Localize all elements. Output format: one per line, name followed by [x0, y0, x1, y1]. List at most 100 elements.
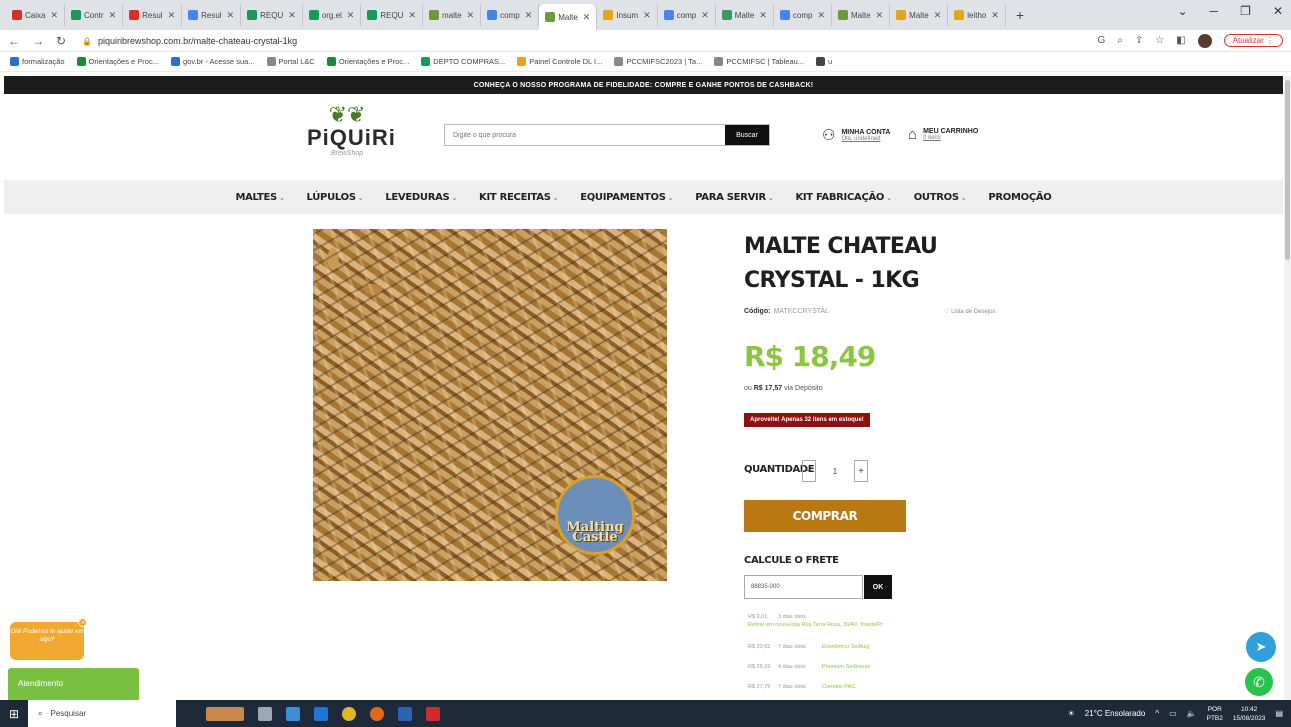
network-icon[interactable]: ▭: [1169, 709, 1177, 718]
bookmark-item[interactable]: DEPTO COMPRAS...: [421, 57, 505, 67]
bookmark-item[interactable]: u: [816, 57, 832, 67]
browser-tab[interactable]: Contr ✕: [65, 4, 124, 26]
browser-tab[interactable]: leitho ✕: [948, 4, 1006, 26]
tab-close-icon[interactable]: ✕: [109, 10, 117, 21]
browser-tab[interactable]: Malte ✕: [890, 4, 949, 26]
browser-tab[interactable]: Malte ✕: [539, 4, 598, 30]
tab-close-icon[interactable]: ✕: [583, 12, 591, 23]
browser-tab[interactable]: Caixa ✕: [6, 4, 65, 26]
update-button[interactable]: Atualizar ⋮: [1223, 34, 1283, 47]
edge-icon[interactable]: [314, 706, 328, 721]
browser-tab[interactable]: REQU ✕: [241, 4, 303, 26]
word-icon[interactable]: [398, 706, 412, 721]
menu-item[interactable]: PROMOÇÃO: [988, 192, 1051, 203]
cep-input[interactable]: 88835-000: [744, 575, 863, 599]
whatsapp-icon[interactable]: ✆: [1243, 666, 1275, 698]
browser-tab[interactable]: Resul ✕: [182, 4, 242, 26]
weather-icon[interactable]: ☀: [1068, 709, 1075, 718]
menu-item[interactable]: LÚPULOS ⌄: [307, 192, 364, 203]
notifications-icon[interactable]: ▤: [1275, 709, 1283, 718]
menu-item[interactable]: LEVEDURAS ⌄: [385, 192, 457, 203]
menu-item[interactable]: PARA SERVIR ⌄: [695, 192, 774, 203]
tray-arrow-icon[interactable]: ^: [1155, 709, 1159, 718]
browser-tab[interactable]: comp ✕: [774, 4, 833, 26]
bookmark-item[interactable]: Orientações e Proc...: [326, 57, 409, 67]
browser-tab[interactable]: malte ✕: [423, 4, 482, 26]
share-icon[interactable]: ⇪: [1135, 35, 1143, 46]
tab-close-icon[interactable]: ✕: [817, 10, 825, 21]
bookmark-star-icon[interactable]: ☆: [1155, 35, 1164, 46]
weather-text[interactable]: 21°C Ensolarado: [1085, 709, 1146, 718]
task-view-icon[interactable]: [258, 706, 272, 721]
tab-close-icon[interactable]: ✕: [759, 10, 767, 21]
tab-close-icon[interactable]: ✕: [408, 10, 416, 21]
browser-tab[interactable]: Insum ✕: [597, 4, 658, 26]
bookmark-item[interactable]: gov.br - Acesse sua...: [170, 57, 255, 67]
cep-ok-button[interactable]: OK: [864, 575, 892, 599]
account-subtitle[interactable]: Olá, undefined: [841, 136, 890, 142]
forward-icon[interactable]: →: [32, 34, 44, 48]
google-icon[interactable]: G: [1097, 35, 1105, 46]
tab-search-icon[interactable]: ⌄: [1178, 4, 1188, 18]
close-window-icon[interactable]: ✕: [1273, 4, 1283, 18]
profile-avatar[interactable]: [1197, 33, 1212, 48]
menu-item[interactable]: KIT FABRICAÇÃO ⌄: [795, 192, 892, 203]
my-cart[interactable]: ⌂ MEU CARRINHO 0 itens: [908, 126, 978, 143]
search-input[interactable]: [445, 125, 725, 145]
attendance-button[interactable]: Atendimento: [8, 668, 139, 702]
tab-close-icon[interactable]: ✕: [288, 10, 296, 21]
browser-tab[interactable]: Malte ✕: [716, 4, 774, 26]
volume-icon[interactable]: 🔈: [1187, 709, 1197, 718]
browser-tab[interactable]: Malte ✕: [832, 4, 891, 26]
pdf-reader-icon[interactable]: [426, 706, 440, 721]
restore-icon[interactable]: ❐: [1240, 4, 1251, 18]
buy-button[interactable]: COMPRAR: [744, 500, 906, 532]
sidepanel-icon[interactable]: ◧: [1176, 35, 1185, 46]
tab-close-icon[interactable]: ✕: [701, 10, 709, 21]
chat-close-icon[interactable]: ✕: [78, 618, 87, 627]
wishlist-link[interactable]: ♡ Lista de Desejos: [944, 308, 995, 315]
bookmark-item[interactable]: Orientações e Proc...: [76, 57, 159, 67]
reload-icon[interactable]: ↻: [56, 34, 66, 48]
tab-close-icon[interactable]: ✕: [227, 10, 235, 21]
url-field[interactable]: 🔒 piquiribrewshop.com.br/malte-chateau-cr…: [82, 36, 1097, 46]
browser-tab[interactable]: REQU ✕: [361, 4, 424, 26]
product-image[interactable]: Castle Malting: [313, 229, 667, 581]
telegram-icon[interactable]: ➤: [1246, 632, 1276, 662]
tab-close-icon[interactable]: ✕: [991, 10, 999, 21]
zoom-icon[interactable]: ⌕: [1117, 35, 1123, 46]
news-widget-icon[interactable]: [206, 706, 244, 721]
bookmark-item[interactable]: PCCMIFSC2023 | Ta...: [614, 57, 702, 67]
chat-bubble[interactable]: Olá! Podemos te ajudar em algo? ✕: [10, 618, 87, 660]
scrollbar-thumb[interactable]: [1285, 80, 1290, 260]
cart-subtitle[interactable]: 0 itens: [923, 135, 978, 141]
chrome-icon[interactable]: [342, 706, 356, 721]
decrease-button[interactable]: −: [802, 460, 816, 482]
promo-banner[interactable]: CONHEÇA O NOSSO PROGRAMA DE FIDELIDADE: …: [4, 76, 1283, 94]
back-icon[interactable]: ←: [8, 34, 20, 48]
increase-button[interactable]: +: [854, 460, 868, 482]
bookmark-item[interactable]: Painel Controle DL I...: [517, 57, 602, 67]
tab-close-icon[interactable]: ✕: [168, 10, 176, 21]
taskbar-search[interactable]: ⌕ Pesquisar: [28, 700, 176, 727]
my-account[interactable]: ⚇ MINHA CONTA Olá, undefined: [822, 126, 890, 144]
new-tab-icon[interactable]: +: [1006, 7, 1034, 23]
quantity-value[interactable]: 1: [816, 467, 854, 476]
site-logo[interactable]: ❦❦ PiQUiRi BrewShop: [307, 104, 395, 158]
firefox-icon[interactable]: [370, 706, 384, 721]
menu-item[interactable]: EQUIPAMENTOS ⌄: [580, 192, 673, 203]
language-indicator[interactable]: POR PTB2: [1207, 705, 1223, 723]
tab-close-icon[interactable]: ✕: [50, 10, 58, 21]
tab-close-icon[interactable]: ✕: [467, 10, 475, 21]
browser-tab[interactable]: comp ✕: [658, 4, 716, 26]
tab-close-icon[interactable]: ✕: [876, 10, 884, 21]
windows-start-icon[interactable]: ⊞: [0, 707, 28, 721]
bookmark-item[interactable]: Portal L&C: [266, 57, 315, 67]
browser-tab[interactable]: Resul ✕: [123, 4, 183, 26]
menu-item[interactable]: MALTES ⌄: [235, 192, 284, 203]
tab-close-icon[interactable]: ✕: [347, 10, 355, 21]
browser-tab[interactable]: org.el ✕: [303, 4, 362, 26]
search-button[interactable]: Buscar: [725, 125, 769, 145]
bookmark-item[interactable]: formalização: [10, 57, 65, 67]
bookmark-item[interactable]: PCCMIFSC | Tableau...: [714, 57, 804, 67]
